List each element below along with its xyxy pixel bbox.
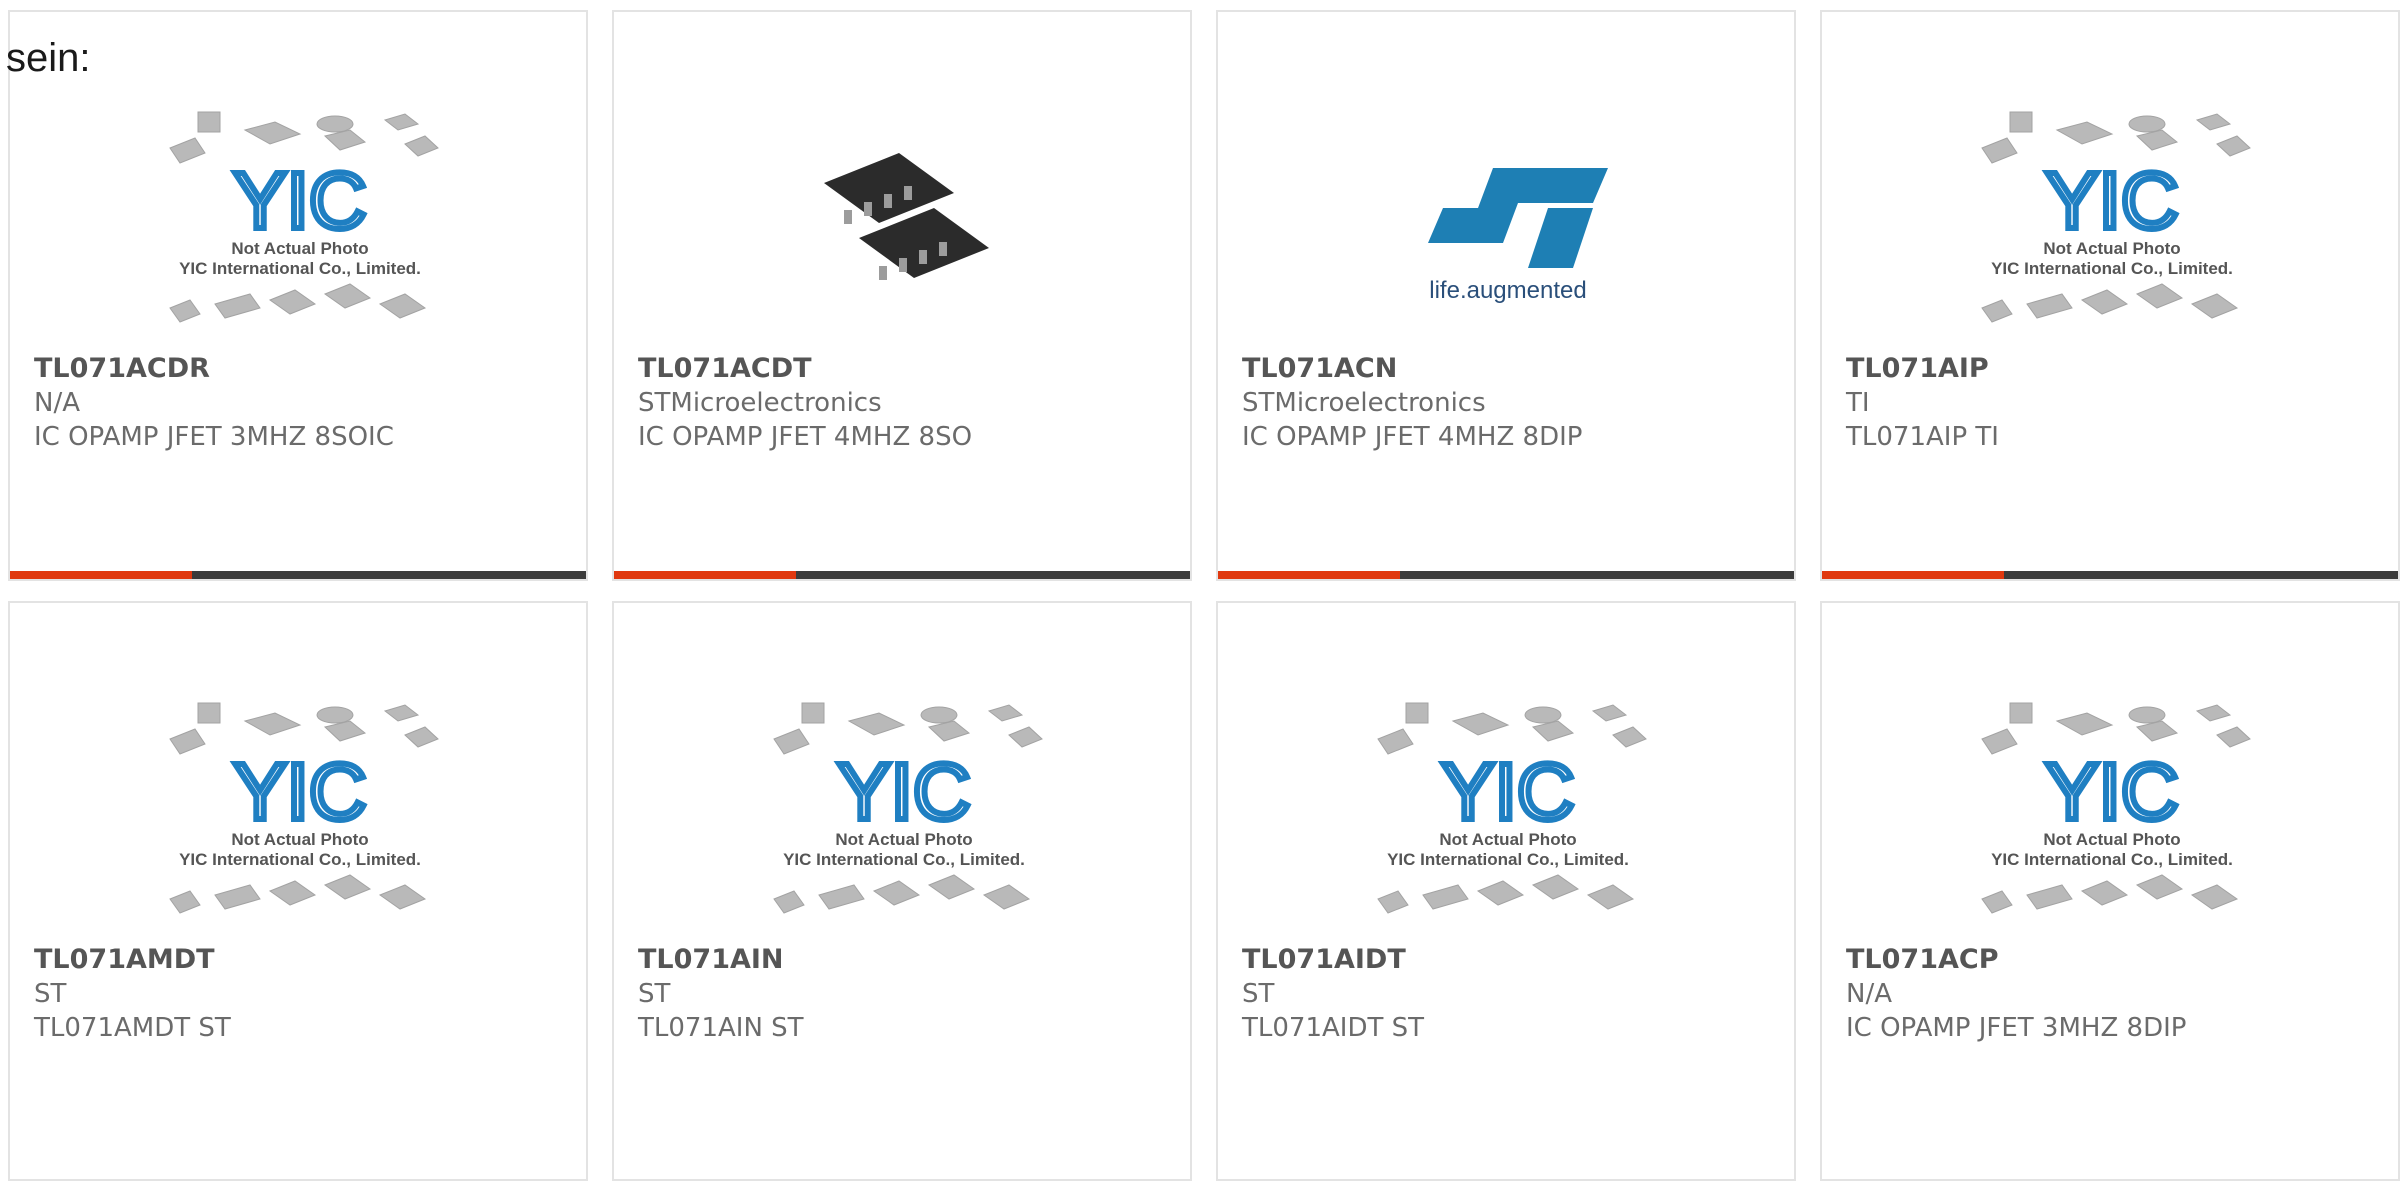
card-accent-bar <box>1218 571 1400 579</box>
manufacturer: N/A <box>1846 979 1892 1009</box>
part-number[interactable]: TL071AIP <box>1846 352 2378 386</box>
svg-text:Not Actual Photo: Not Actual Photo <box>1439 830 1576 849</box>
svg-text:YIC International Co., Limited: YIC International Co., Limited. <box>1991 259 2233 278</box>
svg-text:Not Actual Photo: Not Actual Photo <box>835 830 972 849</box>
description: TL071AIP TI <box>1846 422 1999 452</box>
manufacturer: TI <box>1846 388 1870 418</box>
svg-text:YIC International Co., Limited: YIC International Co., Limited. <box>179 850 421 869</box>
manufacturer: ST <box>1242 979 1275 1009</box>
svg-text:Not Actual Photo: Not Actual Photo <box>231 830 368 849</box>
description: TL071AIDT ST <box>1242 1013 1424 1043</box>
svg-text:YIC: YIC <box>1441 747 1574 836</box>
svg-text:Not Actual Photo: Not Actual Photo <box>2043 239 2180 258</box>
svg-text:YIC International Co., Limited: YIC International Co., Limited. <box>1991 850 2233 869</box>
yic-placeholder-image[interactable]: YIC Not Actual Photo YIC International C… <box>90 681 510 956</box>
description: IC OPAMP JFET 4MHZ 8SO <box>638 422 973 452</box>
manufacturer: STMicroelectronics <box>1242 388 1486 418</box>
svg-text:YIC International Co., Limited: YIC International Co., Limited. <box>179 259 421 278</box>
card-accent-bar <box>614 571 796 579</box>
part-number[interactable]: TL071AIDT <box>1242 943 1774 977</box>
product-card[interactable]: YIC Not Actual Photo YIC International C… <box>1216 601 1796 1181</box>
svg-text:YIC: YIC <box>233 747 366 836</box>
yic-placeholder-image[interactable]: YIC Not Actual Photo YIC International C… <box>90 90 510 365</box>
manufacturer: N/A <box>34 388 80 418</box>
part-number[interactable]: TL071AIN <box>638 943 1170 977</box>
card-bottom-bar <box>1822 571 2398 579</box>
description: IC OPAMP JFET 3MHZ 8SOIC <box>34 422 394 452</box>
product-card[interactable]: YIC Not Actual Photo YIC International C… <box>612 601 1192 1181</box>
yic-placeholder-image[interactable]: YIC Not Actual Photo YIC International C… <box>1902 90 2322 365</box>
svg-text:Not Actual Photo: Not Actual Photo <box>2043 830 2180 849</box>
chip-photo-image[interactable] <box>694 90 1114 365</box>
svg-text:YIC International Co., Limited: YIC International Co., Limited. <box>1387 850 1629 869</box>
manufacturer: ST <box>34 979 67 1009</box>
card-bottom-bar <box>10 571 586 579</box>
manufacturer: STMicroelectronics <box>638 388 882 418</box>
part-number[interactable]: TL071ACDR <box>34 352 566 386</box>
part-number[interactable]: TL071ACP <box>1846 943 2378 977</box>
part-number[interactable]: TL071ACDT <box>638 352 1170 386</box>
description: TL071AIN ST <box>638 1013 804 1043</box>
description: TL071AMDT ST <box>34 1013 231 1043</box>
card-bottom-bar <box>614 571 1190 579</box>
st-logo-image[interactable]: life.augmented <box>1298 90 1718 365</box>
product-card[interactable]: life.augmented TL071ACN STMicroelectroni… <box>1216 10 1796 581</box>
card-accent-bar <box>10 571 192 579</box>
card-bottom-bar <box>1218 571 1794 579</box>
page-prefix-text: sein: <box>6 36 91 80</box>
product-card[interactable]: YIC Not Actual Photo YIC International C… <box>1820 601 2400 1181</box>
svg-text:YIC: YIC <box>233 156 366 245</box>
part-number[interactable]: TL071ACN <box>1242 352 1774 386</box>
yic-placeholder-image[interactable]: YIC Not Actual Photo YIC International C… <box>1298 681 1718 956</box>
svg-text:Not Actual Photo: Not Actual Photo <box>231 239 368 258</box>
svg-text:YIC: YIC <box>2045 747 2178 836</box>
part-number[interactable]: TL071AMDT <box>34 943 566 977</box>
description: IC OPAMP JFET 3MHZ 8DIP <box>1846 1013 2187 1043</box>
svg-text:YIC: YIC <box>2045 156 2178 245</box>
manufacturer: ST <box>638 979 671 1009</box>
product-card[interactable]: YIC Not Actual Photo YIC International C… <box>1820 10 2400 581</box>
yic-placeholder-image[interactable]: YIC Not Actual Photo YIC International C… <box>694 681 1114 956</box>
product-card[interactable]: YIC Not Actual Photo YIC International C… <box>8 601 588 1181</box>
yic-placeholder-image[interactable]: YIC Not Actual Photo YIC International C… <box>1902 681 2322 956</box>
svg-text:YIC: YIC <box>837 747 970 836</box>
description: IC OPAMP JFET 4MHZ 8DIP <box>1242 422 1583 452</box>
product-card[interactable]: TL071ACDT STMicroelectronics IC OPAMP JF… <box>612 10 1192 581</box>
product-card[interactable]: YIC Not Actual Photo YIC International C… <box>8 10 588 581</box>
svg-text:life.augmented: life.augmented <box>1429 277 1586 304</box>
svg-text:YIC International Co., Limited: YIC International Co., Limited. <box>783 850 1025 869</box>
card-accent-bar <box>1822 571 2004 579</box>
